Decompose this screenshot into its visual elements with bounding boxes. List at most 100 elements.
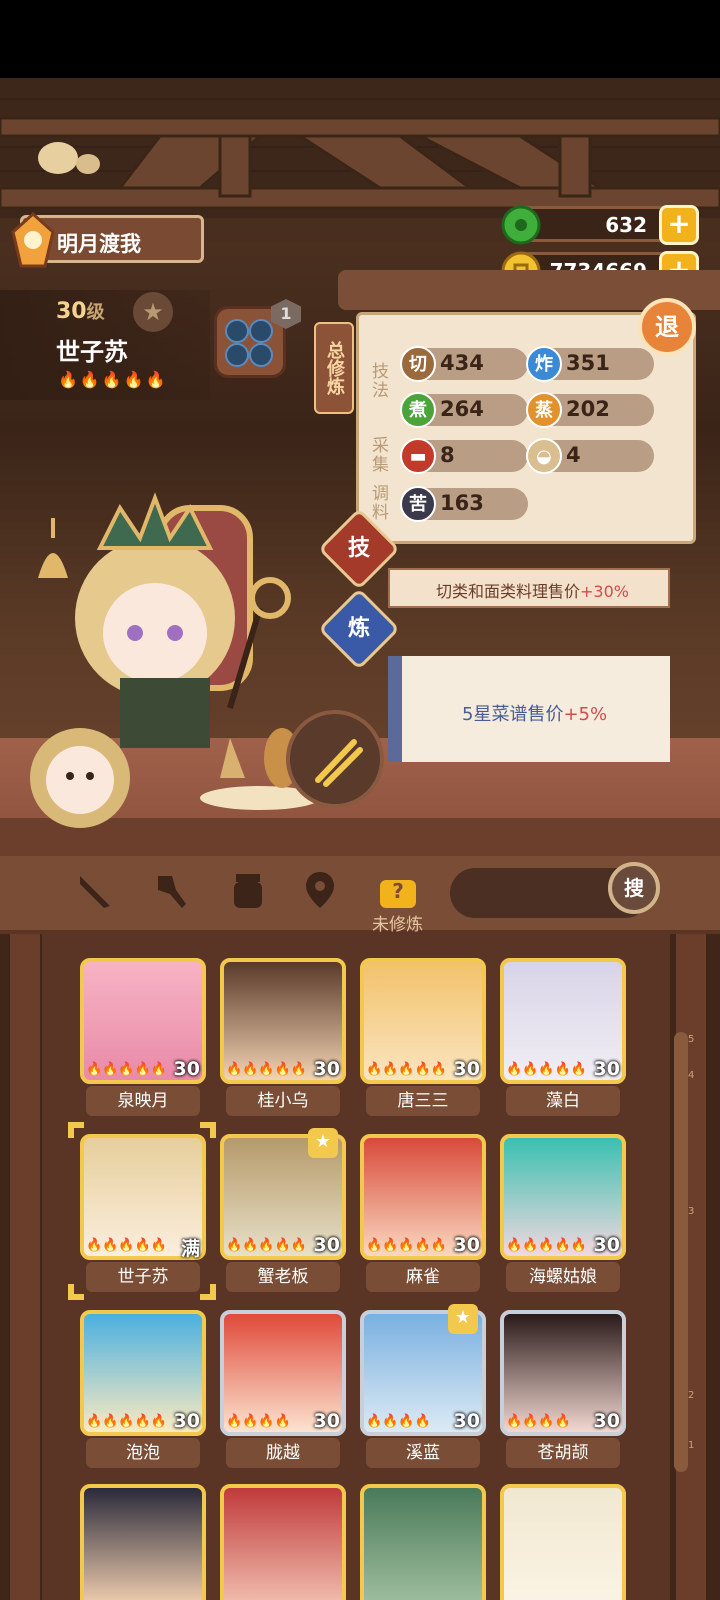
equipment-slots-button[interactable]: 1 [214,299,301,378]
rarity-flames: 🔥🔥🔥🔥🔥 [58,370,168,389]
scale-tick-4: 4 [688,1070,695,1081]
chef-name: 桂小乌 [226,1086,340,1116]
chef-card[interactable] [80,1484,206,1600]
scale-tick-3: 3 [688,1206,695,1217]
meat-icon: ▬ [400,438,436,474]
shovel-icon[interactable] [150,868,194,912]
chef-name: 蟹老板 [226,1262,340,1292]
chef-card[interactable]: 🔥🔥🔥🔥🔥 30 泉映月 [80,958,206,1124]
chef-level: 30 [593,1234,620,1256]
stat-meat-value: 8 [440,443,455,467]
train-bonus-card: 5星菜谱售价+5% [388,656,670,762]
chef-portrait [500,1484,626,1600]
chef-name: 泉映月 [86,1086,200,1116]
chef-card[interactable] [220,1484,346,1600]
untrained-icon[interactable]: ? [376,868,420,912]
scale-tick-2: 2 [688,1390,695,1401]
cut-icon: 切 [400,346,436,382]
train-bonus-text: 5星菜谱售价+5% [462,700,607,726]
tab-total-training[interactable]: 总修炼 [314,322,354,414]
chef-card[interactable]: ★ 🔥🔥🔥🔥🔥 30 蟹老板 [220,1128,346,1300]
level-unit: 级 [86,302,105,323]
section-gather-label: 采集 [368,436,388,474]
bell-icon [38,518,68,578]
search-button[interactable]: 搜 [608,862,660,914]
chef-card[interactable]: 🔥🔥🔥🔥🔥 30 唐三三 [360,958,486,1124]
status-bar [0,0,720,78]
rarity-flames: 🔥🔥🔥🔥🔥 [86,1238,167,1253]
selection-corner [200,1284,216,1300]
chopsticks-button[interactable] [286,710,384,808]
chef-level: 30 [453,1410,480,1432]
skill-bonus-bar: 切类和面类料理售价+30% [388,568,670,608]
chef-card-selected[interactable]: 🔥🔥🔥🔥🔥 满 世子苏 [80,1134,206,1300]
stat-cut-value: 434 [440,351,484,375]
rarity-flames: 🔥🔥🔥🔥🔥 [506,1238,587,1253]
rarity-scale[interactable] [674,1032,688,1472]
add-jade-button[interactable]: + [659,205,699,245]
stat-flour-value: 4 [566,443,581,467]
stat-steam-value: 202 [566,397,610,421]
chef-level: 满 [180,1238,200,1260]
chef-card[interactable] [360,1484,486,1600]
chef-name: 藻白 [506,1086,620,1116]
bitter-icon: 苦 [400,486,436,522]
svg-text:?: ? [392,879,404,903]
left-rail [10,934,40,1600]
rarity-flames: 🔥🔥🔥🔥🔥 [366,1062,447,1077]
chef-level: 30 [313,1410,340,1432]
chef-card[interactable]: 🔥🔥🔥🔥🔥 30 藻白 [500,958,626,1124]
skill-tab-label: 技 [347,536,370,561]
rarity-flames: 🔥🔥🔥🔥🔥 [226,1238,307,1253]
chef-card[interactable]: 🔥🔥🔥🔥🔥 30 海螺姑娘 [500,1134,626,1300]
tab-untrained-label[interactable]: 未修炼 [372,910,423,935]
chef-portrait [220,1484,346,1600]
flour-icon: ◒ [526,438,562,474]
rarity-flames: 🔥🔥🔥🔥🔥 [86,1062,167,1077]
chef-name: 胧越 [226,1438,340,1468]
scale-tick-1: 1 [688,1440,695,1451]
chef-card[interactable] [500,1484,626,1600]
chef-card[interactable]: 🔥🔥🔥🔥 30 苍胡颉 [500,1310,626,1476]
jar-icon[interactable] [226,868,270,912]
chef-name: 溪蓝 [366,1438,480,1468]
jade-value: 632 [605,213,647,237]
character-level: 30级 [56,298,105,324]
stat-fry-value: 351 [566,351,610,375]
chef-level: 30 [313,1058,340,1080]
rarity-flames: 🔥🔥🔥🔥 [226,1414,291,1429]
steam-icon: 蒸 [526,392,562,428]
location-icon[interactable] [298,868,342,912]
chef-card[interactable]: 🔥🔥🔥🔥 30 胧越 [220,1310,346,1476]
chef-card[interactable]: ★ 🔥🔥🔥🔥 30 溪蓝 [360,1304,486,1476]
chef-card[interactable]: 🔥🔥🔥🔥🔥 30 麻雀 [360,1134,486,1300]
chef-name: 海螺姑娘 [506,1262,620,1292]
chef-name: 泡泡 [86,1438,200,1468]
chef-card[interactable]: 🔥🔥🔥🔥🔥 30 桂小乌 [220,958,346,1124]
chef-level: 30 [173,1058,200,1080]
character-name: 世子苏 [56,338,128,366]
selection-corner [68,1284,84,1300]
quit-button[interactable]: 退 [638,298,696,356]
star-icon[interactable]: ★ [133,292,173,332]
rarity-flames: 🔥🔥🔥🔥 [506,1414,571,1429]
star-icon: ★ [308,1128,338,1158]
stat-boil: 煮 264 [400,392,528,428]
chef-name: 唐三三 [366,1086,480,1116]
chopsticks-icon [315,739,363,787]
player-name: 明月渡我 [57,232,141,256]
train-text: 5星菜谱售价 [462,704,564,725]
chef-card[interactable]: 🔥🔥🔥🔥🔥 30 泡泡 [80,1310,206,1476]
knife-icon[interactable] [74,868,118,912]
stat-steam: 蒸 202 [526,392,654,428]
rarity-flames: 🔥🔥🔥🔥🔥 [366,1238,447,1253]
selection-corner [200,1122,216,1138]
stat-bitter-value: 163 [440,491,484,515]
player-name-plate[interactable]: 明月渡我 [11,211,204,268]
chef-level: 30 [453,1058,480,1080]
rarity-flames: 🔥🔥🔥🔥🔥 [506,1062,587,1077]
stat-cut: 切 434 [400,346,528,382]
stat-bitter: 苦 163 [400,486,528,522]
skill-text: 切类和面类料理售价 [436,582,581,601]
rarity-flames: 🔥🔥🔥🔥 [366,1414,431,1429]
